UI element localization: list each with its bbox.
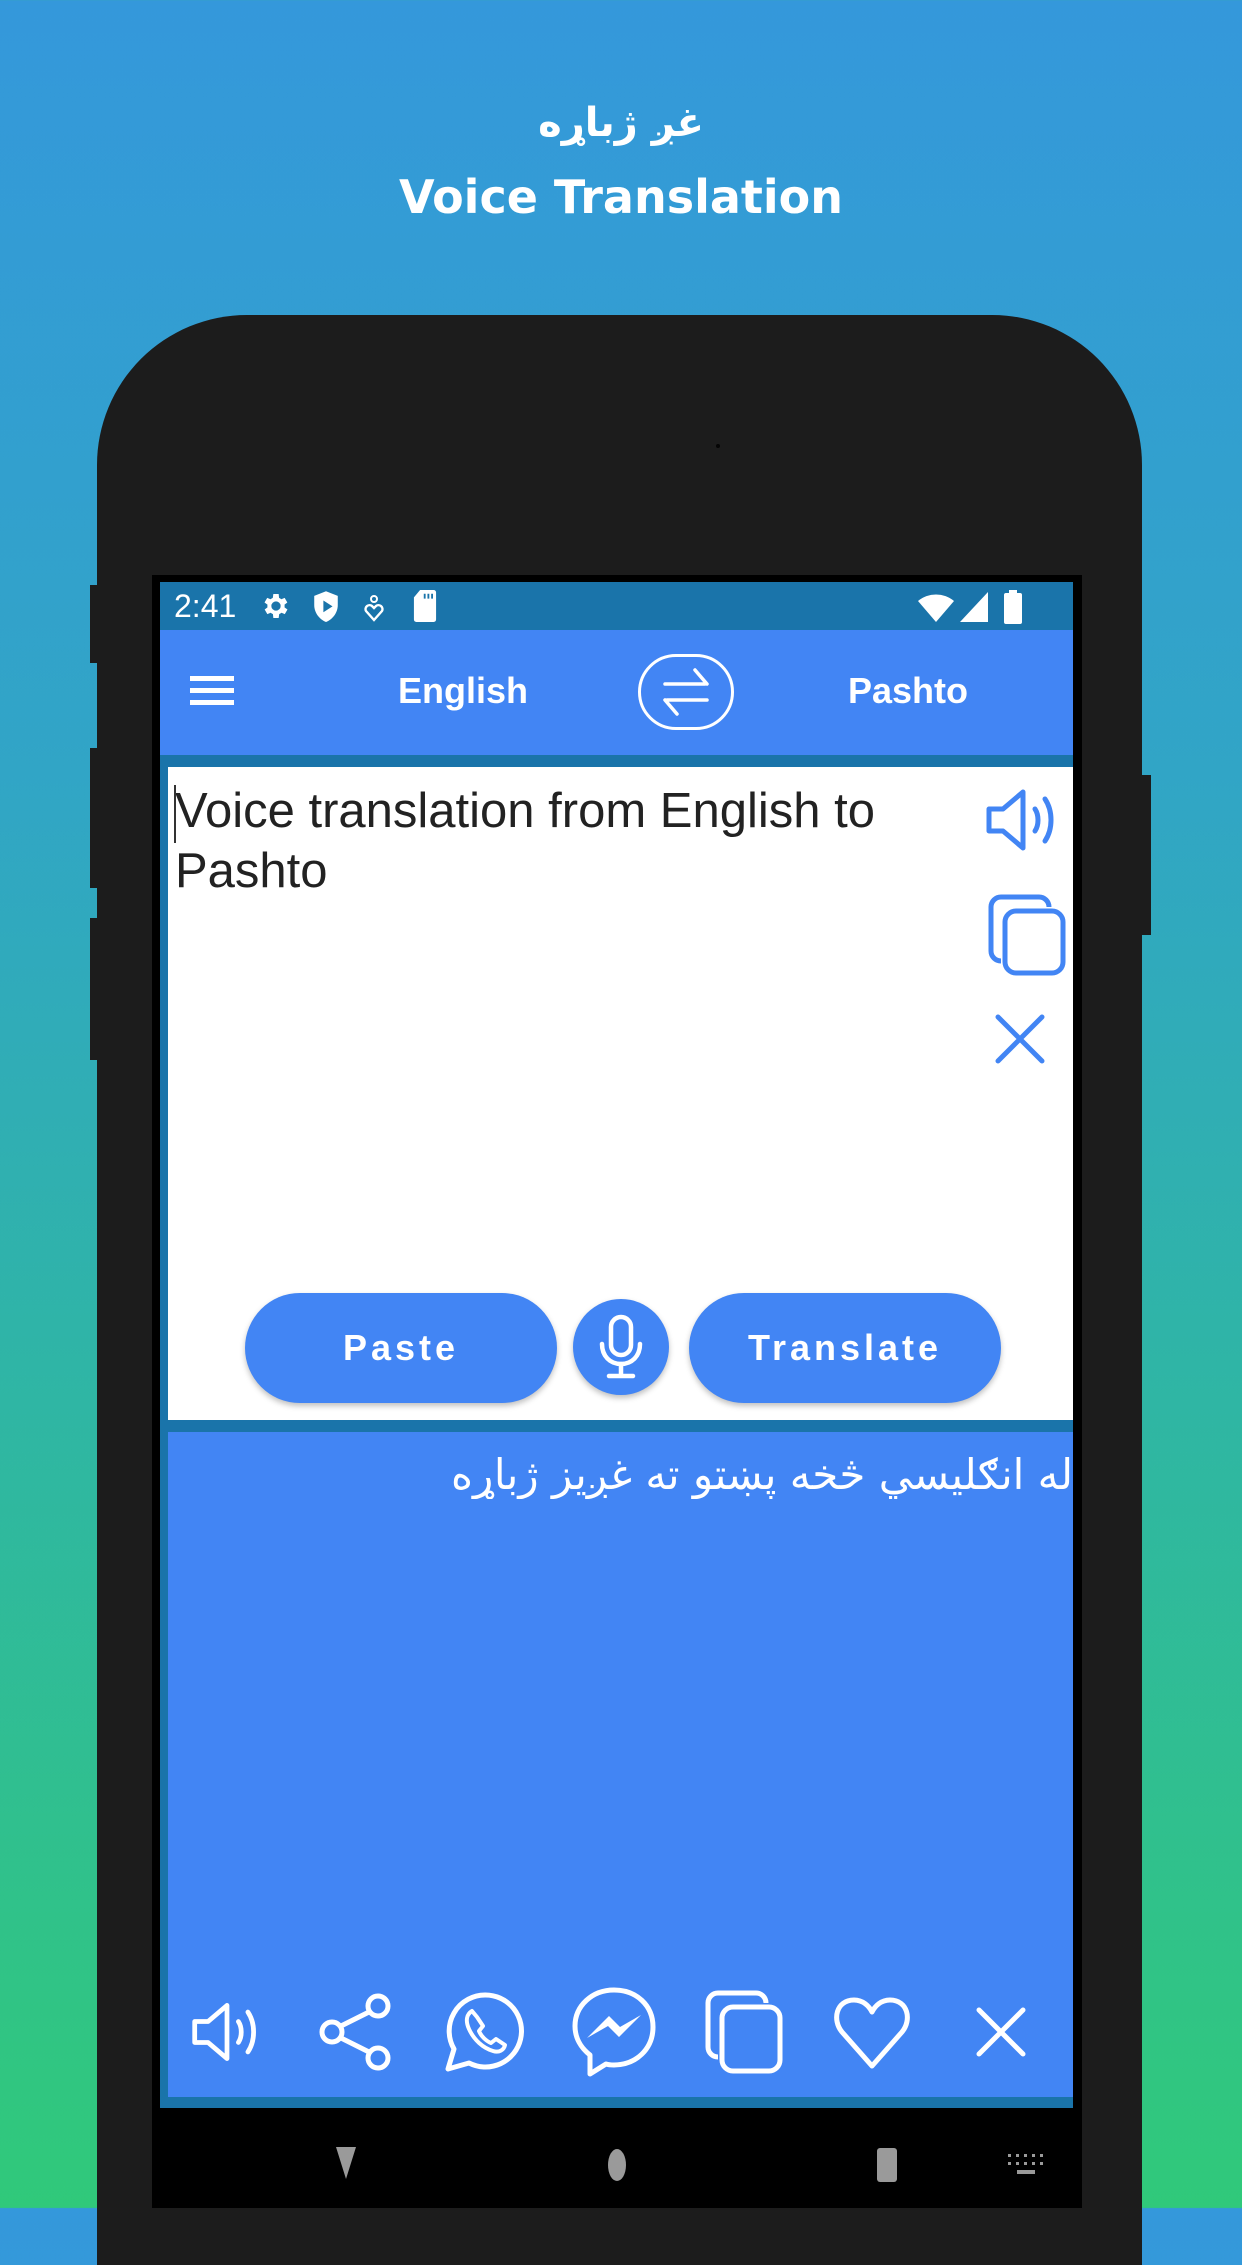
speaker-icon [986, 789, 1054, 851]
output-share-button[interactable] [311, 1987, 401, 2077]
whatsapp-icon [445, 1992, 524, 2072]
signal-icon [960, 592, 988, 627]
close-icon [995, 1014, 1045, 1064]
nav-recents-button[interactable] [877, 2148, 897, 2187]
copy-icon [705, 1990, 783, 2074]
swap-arrows-icon [663, 668, 709, 716]
status-bar: 2:41 [160, 582, 1073, 630]
output-panel: له انګليسي څخه پښتو ته غږيز ژباړه [168, 1432, 1073, 2097]
speaker-icon [192, 2003, 256, 2061]
copy-icon [988, 894, 1066, 976]
output-whatsapp-button[interactable] [440, 1987, 530, 2077]
system-nav-bar [160, 2108, 1073, 2208]
source-language-selector[interactable]: English [398, 670, 528, 712]
settings-icon [260, 590, 292, 627]
close-icon [976, 2007, 1026, 2057]
input-panel: Voice translation from English to Pashto… [168, 767, 1073, 1420]
keyboard-icon [1008, 2154, 1043, 2174]
home-icon [608, 2149, 626, 2181]
output-action-bar [168, 1987, 1073, 2077]
sd-card-icon [412, 590, 438, 627]
output-clear-button[interactable] [956, 1987, 1046, 2077]
accessibility-icon [362, 594, 386, 627]
text-caret [174, 785, 176, 843]
translate-button[interactable]: Translate [689, 1293, 1001, 1403]
app-screen: 2:41 English Pashto Voice translation fr… [160, 582, 1073, 2208]
input-clear-button[interactable] [990, 1009, 1050, 1074]
messenger-icon [572, 1987, 656, 2077]
battery-icon [1003, 590, 1023, 629]
shield-play-icon [310, 590, 342, 629]
input-speak-button[interactable] [983, 787, 1063, 858]
heart-icon [834, 1997, 910, 2069]
swap-languages-button[interactable] [638, 654, 734, 730]
back-icon [336, 2147, 356, 2179]
recents-icon [877, 2148, 897, 2182]
output-speak-button[interactable] [182, 1987, 272, 2077]
nav-back-button[interactable] [335, 2146, 357, 2185]
menu-button[interactable] [190, 670, 236, 710]
output-favorite-button[interactable] [827, 1987, 917, 2077]
translated-text: له انګليسي څخه پښتو ته غږيز ژباړه [450, 1450, 1073, 1499]
output-messenger-button[interactable] [569, 1987, 659, 2077]
microphone-button[interactable] [573, 1299, 669, 1395]
app-bar: English Pashto [160, 630, 1073, 755]
promo-title-pashto: غږ ژباړه [538, 100, 704, 146]
input-copy-button[interactable] [983, 893, 1069, 984]
nav-home-button[interactable] [607, 2148, 627, 2187]
microphone-icon [599, 1314, 643, 1379]
source-text-input[interactable]: Voice translation from English to Pashto [175, 781, 935, 1081]
menu-icon [190, 676, 234, 705]
target-language-selector[interactable]: Pashto [848, 670, 968, 712]
wifi-icon [918, 594, 954, 627]
status-time: 2:41 [174, 588, 237, 624]
share-icon [319, 1993, 391, 2071]
front-camera [716, 444, 720, 448]
promo-title-english: Voice Translation [398, 170, 844, 224]
paste-button[interactable]: Paste [245, 1293, 557, 1403]
output-copy-button[interactable] [698, 1987, 788, 2077]
nav-keyboard-button[interactable] [1008, 2154, 1044, 2181]
